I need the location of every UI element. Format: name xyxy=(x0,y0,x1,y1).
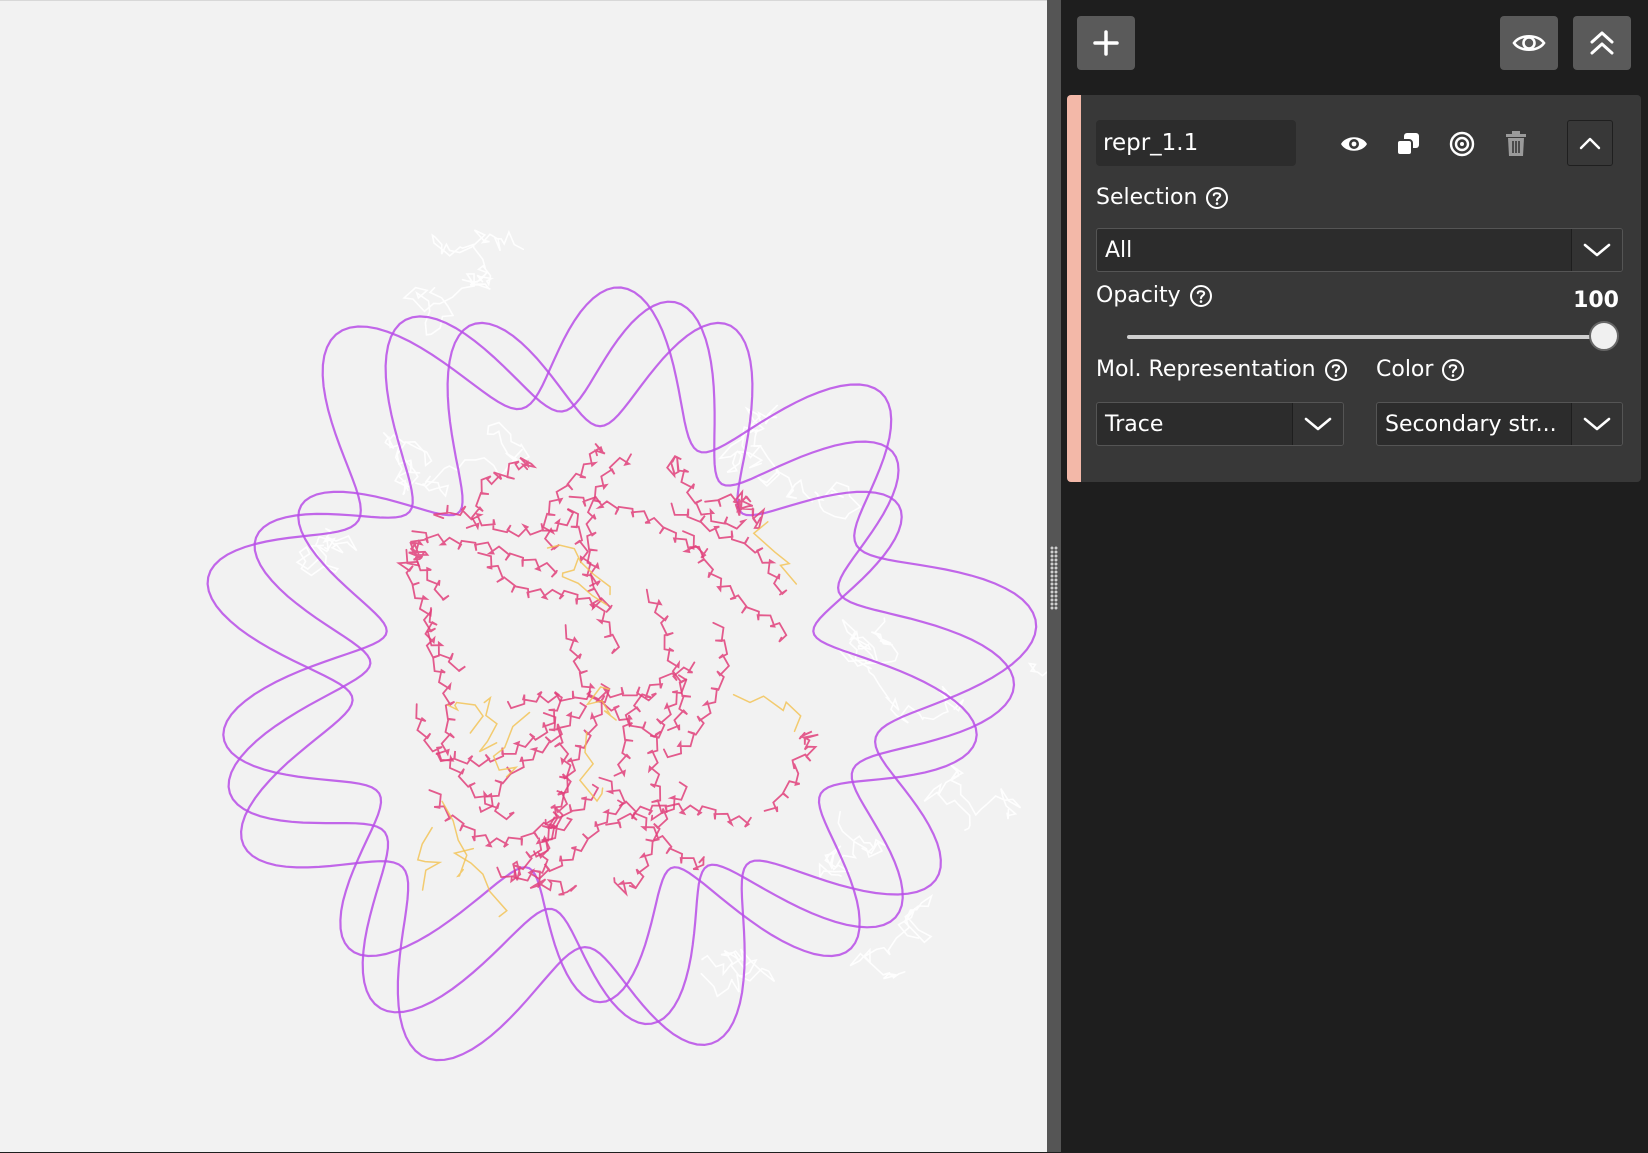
delete-button[interactable] xyxy=(1498,126,1534,162)
duplicate-button[interactable] xyxy=(1390,126,1426,162)
faint-chain xyxy=(700,948,776,998)
mol-representation-select[interactable]: Trace xyxy=(1096,402,1344,446)
helix-trace xyxy=(605,802,752,829)
faint-chain xyxy=(431,229,525,287)
helix-trace xyxy=(415,703,515,821)
opacity-slider-thumb[interactable] xyxy=(1589,321,1619,351)
faint-chain xyxy=(402,271,491,336)
faint-chain xyxy=(849,894,933,980)
sheet-trace xyxy=(446,701,484,734)
sheet-trace xyxy=(416,826,443,891)
helix-trace xyxy=(613,661,696,778)
helix-trace xyxy=(613,781,688,897)
faint-chain xyxy=(818,810,887,880)
toggle-all-visibility-button[interactable] xyxy=(1500,16,1558,70)
helix-trace xyxy=(567,508,621,655)
helix-trace xyxy=(663,621,731,759)
color-select[interactable]: Secondary str... xyxy=(1376,402,1623,446)
opacity-slider-track[interactable] xyxy=(1127,335,1604,339)
faint-chain xyxy=(750,444,862,520)
faint-chain xyxy=(415,421,531,498)
sheet-trace xyxy=(478,695,498,753)
eye-icon xyxy=(1341,137,1367,151)
duplicate-icon xyxy=(1396,133,1419,156)
color-label: Color xyxy=(1376,357,1465,382)
double-chevron-up-icon xyxy=(1590,31,1614,55)
eye-icon xyxy=(1512,34,1546,52)
molecule-canvas[interactable] xyxy=(0,1,1047,1153)
sheet-trace xyxy=(546,544,611,596)
helix-trace xyxy=(763,730,819,813)
help-icon[interactable] xyxy=(1441,358,1465,382)
selection-select[interactable]: All xyxy=(1096,228,1623,272)
representation-panel: Selection All Opacity 100 xyxy=(1061,0,1648,1152)
dna-trace xyxy=(206,286,1038,1062)
sheet-trace xyxy=(752,521,798,585)
selection-label: Selection xyxy=(1096,185,1229,210)
helix-trace xyxy=(544,683,611,826)
representation-accent xyxy=(1067,95,1081,482)
dna-trace xyxy=(222,321,978,1004)
helix-trace xyxy=(704,489,766,530)
helix-trace xyxy=(396,548,466,673)
helix-trace xyxy=(585,453,632,587)
chevron-down-icon xyxy=(1583,243,1611,257)
helix-trace xyxy=(533,712,572,858)
faint-chain xyxy=(923,763,1022,831)
sheet-trace xyxy=(578,731,604,803)
panel-splitter[interactable] xyxy=(1047,0,1061,1152)
sheet-trace xyxy=(732,693,802,733)
help-icon[interactable] xyxy=(1189,284,1213,308)
collapse-representation-button[interactable] xyxy=(1567,120,1613,166)
helix-trace xyxy=(564,624,662,738)
opacity-label: Opacity xyxy=(1096,283,1213,308)
target-icon xyxy=(1449,131,1475,157)
focus-button[interactable] xyxy=(1444,126,1480,162)
opacity-value: 100 xyxy=(1573,288,1619,313)
helix-trace xyxy=(477,552,613,614)
molecule-viewport[interactable] xyxy=(0,0,1047,1152)
chevron-down-icon xyxy=(1583,417,1611,431)
helix-trace xyxy=(478,702,588,814)
help-icon[interactable] xyxy=(1205,186,1229,210)
add-representation-button[interactable] xyxy=(1077,16,1135,70)
mol-representation-label: Mol. Representation xyxy=(1096,357,1348,382)
representation-card: Selection All Opacity 100 xyxy=(1067,95,1641,482)
helix-trace xyxy=(408,539,450,601)
splitter-grip[interactable] xyxy=(1050,546,1058,610)
representation-name-input[interactable] xyxy=(1096,120,1296,166)
toggle-visibility-button[interactable] xyxy=(1336,126,1372,162)
faint-chain xyxy=(717,404,779,473)
collapse-all-button[interactable] xyxy=(1573,16,1631,70)
plus-icon xyxy=(1093,30,1119,56)
helix-trace xyxy=(510,783,600,884)
sheet-trace xyxy=(441,800,468,878)
help-icon[interactable] xyxy=(1324,358,1348,382)
chevron-up-icon xyxy=(1579,137,1601,150)
trash-icon xyxy=(1506,131,1526,156)
chevron-down-icon xyxy=(1304,417,1332,431)
